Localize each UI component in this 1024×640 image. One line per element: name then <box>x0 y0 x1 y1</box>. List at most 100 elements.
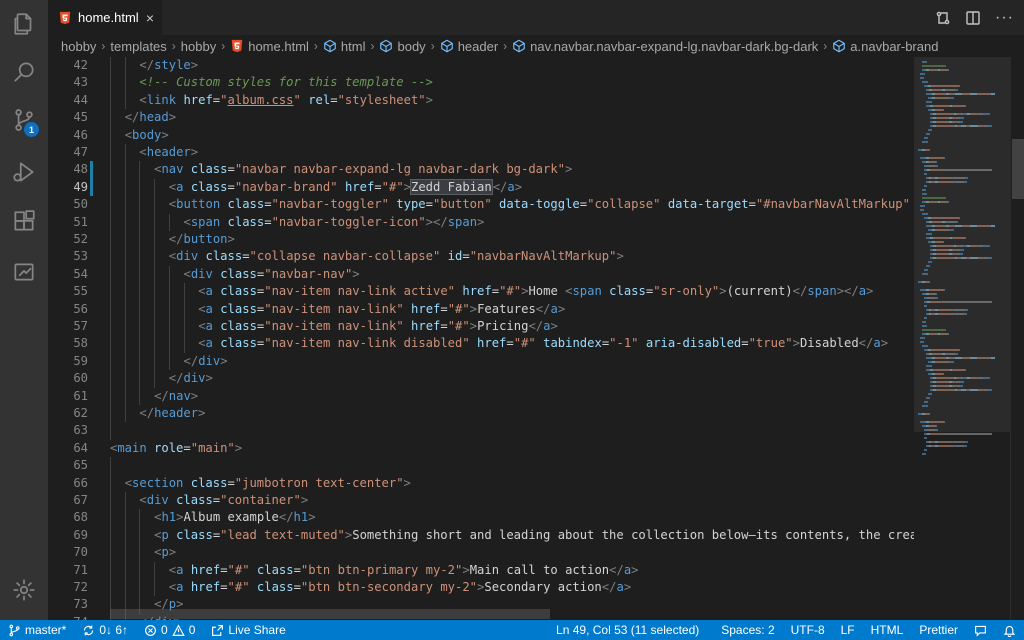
code-line[interactable]: 63 <box>48 422 914 440</box>
end-of-line[interactable]: LF <box>833 620 863 640</box>
minimap-line <box>957 89 959 91</box>
code-line[interactable]: 44 <link href="album.css" rel="stylesheet… <box>48 91 914 110</box>
code-token: "collapse navbar-collapse" <box>249 249 441 264</box>
breadcrumb-item[interactable]: templates <box>110 39 166 54</box>
minimap-line <box>966 181 968 183</box>
code-line[interactable]: 72 <a href="#" class="btn btn-secondary m… <box>48 579 914 597</box>
line-number: 70 <box>73 545 88 560</box>
code-line[interactable]: 70 <p> <box>48 544 914 562</box>
code-line[interactable]: 54 <div class="navbar-nav"> <box>48 265 914 284</box>
code-line[interactable]: 45 </head> <box>48 109 914 127</box>
breadcrumb-item[interactable]: nav.navbar.navbar-expand-lg.navbar-dark.… <box>512 39 818 54</box>
remote-explorer-icon[interactable] <box>0 248 48 296</box>
code-token: > <box>234 440 243 455</box>
code-line[interactable]: 64 <main role="main"> <box>48 440 914 457</box>
source-control-badge: 1 <box>24 122 39 137</box>
branch-indicator[interactable]: master* <box>0 620 74 640</box>
vertical-scrollbar[interactable] <box>1010 57 1024 620</box>
breadcrumb-item[interactable]: hobby <box>181 39 216 54</box>
code-line[interactable]: 68 <h1>Album example</h1> <box>48 509 914 527</box>
code-line[interactable]: 69 <p class="lead text-muted">Something s… <box>48 526 914 545</box>
code-token: Pricing <box>477 319 529 333</box>
minimap-line <box>953 441 965 443</box>
code-token: type <box>396 197 426 212</box>
code-line[interactable]: 49 <a class="navbar-brand" href="#">Zedd … <box>48 178 914 197</box>
code-line[interactable]: 62 </header> <box>48 405 914 423</box>
breadcrumb-item[interactable]: home.html <box>230 39 309 54</box>
code-line[interactable]: 46 <body> <box>48 126 914 144</box>
settings-gear-icon[interactable] <box>0 566 48 614</box>
code-line[interactable]: 56 <a class="nav-item nav-link" href="#">… <box>48 300 914 318</box>
code-line[interactable]: 60 </div> <box>48 370 914 388</box>
minimap-line <box>955 357 962 359</box>
feedback-icon[interactable] <box>966 620 995 640</box>
html5-icon <box>59 11 71 24</box>
code-token: Something short and leading about the co… <box>352 527 914 542</box>
compare-changes-icon[interactable] <box>935 10 951 26</box>
minimap-line <box>970 257 978 259</box>
problems-indicator[interactable]: 0 0 <box>136 620 203 640</box>
encoding[interactable]: UTF-8 <box>783 620 833 640</box>
indent-guide <box>124 509 126 527</box>
code-token: div <box>176 249 199 264</box>
code-line[interactable]: 61 </nav> <box>48 387 914 405</box>
code-token: > <box>220 353 228 368</box>
notifications-bell-icon[interactable] <box>995 620 1024 640</box>
minimap-line <box>936 425 938 427</box>
code-line[interactable]: 71 <a href="#" class="btn btn-primary my-… <box>48 561 914 579</box>
code-line[interactable]: 47 <header> <box>48 144 914 162</box>
code-line[interactable]: 42 </style> <box>48 57 914 75</box>
code-token: > <box>403 179 411 194</box>
line-number: 72 <box>73 580 88 594</box>
source-control-icon[interactable]: 1 <box>0 96 48 144</box>
formatter[interactable]: Prettier <box>911 620 966 640</box>
code-line[interactable]: 55 <a class="nav-item nav-link active" hr… <box>48 283 914 301</box>
code-token: href <box>190 580 221 594</box>
code-line[interactable]: 52 </button> <box>48 231 914 249</box>
line-number: 59 <box>73 353 88 368</box>
code-line[interactable]: 43 <!-- Custom styles for this template -… <box>48 74 914 92</box>
language-mode[interactable]: HTML <box>863 620 912 640</box>
code-line[interactable]: 51 <span class="navbar-toggler-icon"></sp… <box>48 213 914 231</box>
breadcrumb-item[interactable]: body <box>379 39 426 54</box>
code-token: "navbarNavAltMarkup" <box>469 249 617 264</box>
horizontal-scrollbar-thumb[interactable] <box>110 609 550 619</box>
indent-guide <box>124 161 126 179</box>
code-token: < <box>198 284 206 299</box>
indent-guide <box>139 544 141 562</box>
code-line[interactable]: 58 <a class="nav-item nav-link disabled" … <box>48 335 914 353</box>
code-line[interactable]: 65 <box>48 457 914 475</box>
code-editor[interactable]: 42 </style> 43 <!-- Custom styles for this … <box>48 57 914 620</box>
search-icon[interactable] <box>0 48 48 96</box>
more-actions-icon[interactable]: ··· <box>995 9 1014 27</box>
breadcrumb-item[interactable]: header <box>440 39 498 54</box>
tab-home-html[interactable]: home.html × <box>48 0 162 35</box>
cursor-position[interactable]: Ln 49, Col 53 (11 selected) <box>548 620 707 640</box>
code-line[interactable]: 50 <button class="navbar-toggler" type="b… <box>48 196 914 214</box>
minimap-line <box>929 265 930 267</box>
code-line[interactable]: 53 <div class="collapse navbar-collapse" … <box>48 248 914 266</box>
extensions-icon[interactable] <box>0 198 48 246</box>
minimap-line <box>929 413 931 415</box>
breadcrumb-item[interactable]: html <box>323 39 365 54</box>
sync-status[interactable]: 0↓ 6↑ <box>74 620 136 640</box>
breadcrumb-item[interactable]: a.navbar-brand <box>832 39 938 54</box>
code-token: class <box>220 301 257 316</box>
code-token: a <box>205 301 213 316</box>
code-token: > <box>205 371 213 386</box>
live-share-button[interactable]: Live Share <box>203 620 293 640</box>
code-line[interactable]: 67 <div class="container"> <box>48 492 914 510</box>
run-debug-icon[interactable] <box>0 148 48 196</box>
code-text: </button> <box>169 231 235 248</box>
scrollbar-thumb[interactable] <box>1012 139 1024 199</box>
indentation[interactable]: Spaces: 2 <box>707 620 782 640</box>
code-line[interactable]: 57 <a class="nav-item nav-link" href="#">… <box>48 318 914 336</box>
split-editor-icon[interactable] <box>965 10 981 26</box>
minimap[interactable] <box>914 57 1010 620</box>
explorer-icon[interactable] <box>0 0 48 48</box>
code-line[interactable]: 59 </div> <box>48 352 914 371</box>
breadcrumb-item[interactable]: hobby <box>61 39 96 54</box>
code-line[interactable]: 66 <section class="jumbotron text-center"… <box>48 474 914 492</box>
close-icon[interactable]: × <box>146 10 154 26</box>
code-line[interactable]: 48 <nav class="navbar navbar-expand-lg na… <box>48 161 914 179</box>
